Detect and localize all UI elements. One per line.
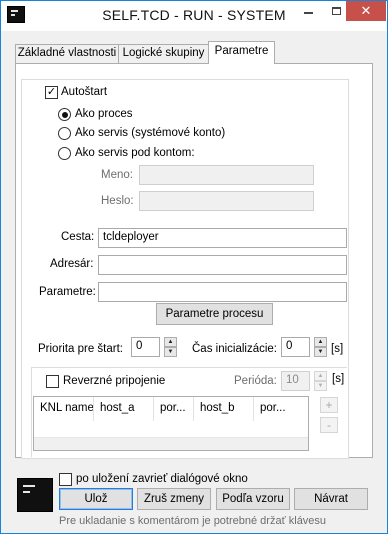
radio-as-service-account[interactable] [58,147,71,160]
init-time-unit: [s] [331,343,344,355]
title-bar[interactable]: SELF.TCD - RUN - SYSTEM ✕ [1,1,387,31]
grid-header-host-a[interactable]: host_a [94,397,154,421]
grid-header-port-b[interactable]: por... [254,397,308,421]
dialog-window: SELF.TCD - RUN - SYSTEM ✕ Základné vlast… [0,0,388,534]
init-time-spinner[interactable]: ▲ ▼ [314,337,327,357]
remove-row-button[interactable]: - [320,417,338,433]
back-button[interactable]: Návrat [294,488,368,510]
parameters-label: Parametre: [39,286,96,298]
priority-label: Priorita pre štart: [38,343,123,355]
period-unit: [s] [332,373,345,385]
tab-parameters[interactable]: Parametre [208,41,275,64]
period-field[interactable]: 10 [281,371,310,391]
spin-down-icon[interactable]: ▼ [164,347,177,357]
minus-icon: - [327,418,331,432]
directory-field[interactable] [98,255,347,275]
plus-icon: + [325,398,333,412]
terminal-icon [17,478,53,512]
init-time-field[interactable]: 0 [281,337,310,357]
close-button[interactable]: ✕ [346,1,386,21]
close-after-save-checkbox[interactable] [59,473,72,486]
init-time-label: Čas inicializácie: [192,343,278,355]
path-field[interactable]: tcldeployer [98,228,347,248]
grid-header-knl-name[interactable]: KNL name [34,397,94,421]
spin-down-icon[interactable]: ▼ [314,381,327,391]
priority-field[interactable]: 0 [131,337,160,357]
autostart-label: Autoštart [61,86,108,98]
radio-as-process-label: Ako proces [75,108,133,120]
tab-logical-groups[interactable]: Logické skupiny [118,44,209,64]
close-icon: ✕ [360,3,372,18]
autostart-checkbox[interactable]: ✓ [45,86,58,99]
reverse-connection-label: Reverzné pripojenie [63,375,166,387]
name-label: Meno: [101,169,133,181]
maximize-icon [331,7,341,15]
minimize-button[interactable] [294,1,322,21]
radio-as-process[interactable] [58,108,71,121]
parameters-field[interactable] [98,282,347,302]
process-parameters-button[interactable]: Parametre procesu [156,303,273,325]
password-label: Heslo: [101,195,134,207]
discard-changes-button[interactable]: Zruš zmeny [137,488,211,510]
spin-up-icon[interactable]: ▲ [314,337,327,347]
path-label: Cesta: [61,231,95,243]
radio-as-service-account-label: Ako servis pod kontom: [75,147,195,159]
radio-as-service-system[interactable] [58,127,71,140]
period-label: Perióda: [234,375,277,387]
spin-up-icon[interactable]: ▲ [164,337,177,347]
tab-basic-properties[interactable]: Základné vlastnosti [15,44,119,64]
password-field[interactable] [139,191,314,211]
spin-up-icon[interactable]: ▲ [314,371,327,381]
name-field[interactable] [139,165,314,185]
radio-as-service-system-label: Ako servis (systémové konto) [75,127,226,139]
save-hint: Pre ukladanie s komentárom je potrebné d… [59,515,327,527]
minimize-icon [303,12,313,14]
priority-spinner[interactable]: ▲ ▼ [164,337,177,357]
close-after-save-label: po uložení zavrieť dialógové okno [76,473,248,485]
spin-down-icon[interactable]: ▼ [314,347,327,357]
directory-label: Adresár: [50,258,94,270]
reverse-connection-checkbox[interactable] [46,375,59,388]
grid-header-port-a[interactable]: por... [154,397,194,421]
grid-header-host-b[interactable]: host_b [194,397,254,421]
period-spinner[interactable]: ▲ ▼ [314,371,327,391]
grid-horizontal-scrollbar[interactable] [34,437,308,450]
knl-grid[interactable]: KNL name host_a por... host_b por... [33,396,309,451]
add-row-button[interactable]: + [320,397,338,413]
from-template-button[interactable]: Podľa vzoru [216,488,290,510]
save-button[interactable]: Ulož [59,488,133,510]
check-icon: ✓ [46,86,57,98]
